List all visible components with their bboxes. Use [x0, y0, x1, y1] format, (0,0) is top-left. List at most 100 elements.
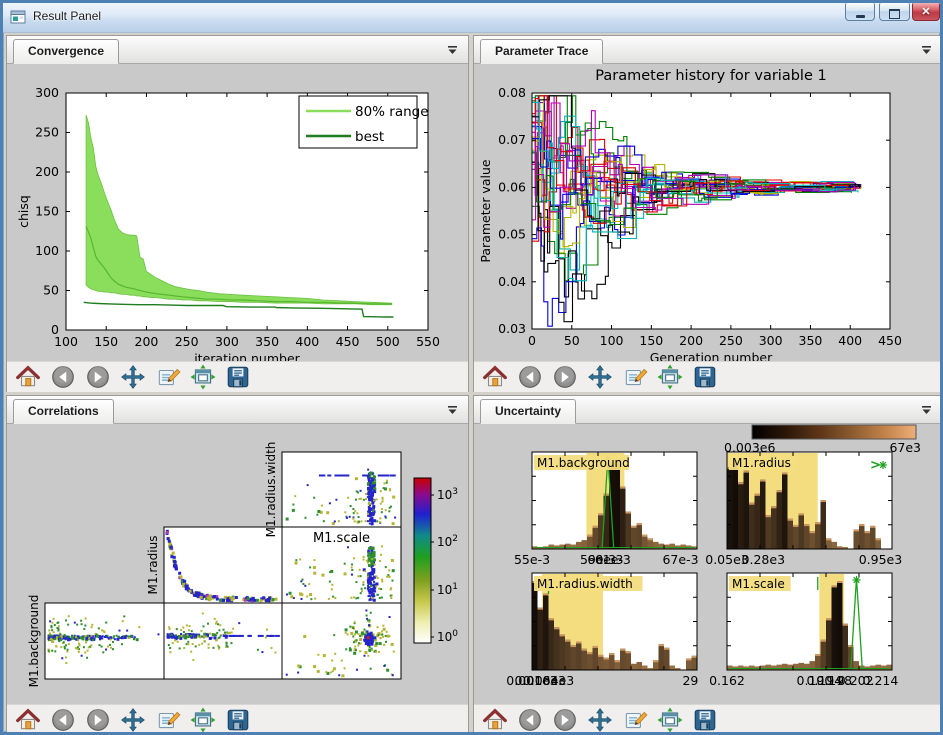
- svg-text:350: 350: [799, 333, 823, 348]
- save-icon: [692, 707, 718, 733]
- toolbar-edit-button[interactable]: [153, 362, 183, 392]
- tab-list-dropdown[interactable]: [916, 403, 936, 418]
- tab-correlations[interactable]: Correlations: [13, 399, 114, 424]
- tab-parameter-trace[interactable]: Parameter Trace: [480, 39, 603, 64]
- toolbar-save-button[interactable]: [690, 362, 720, 392]
- svg-text:0.064e3: 0.064e3: [523, 673, 574, 688]
- toolbar-pan-button[interactable]: [585, 362, 615, 392]
- result-panel-window: Result Panel ✕ Convergence 100 150 200 250 3…: [0, 0, 943, 735]
- tab-list-dropdown[interactable]: [916, 43, 936, 58]
- toolbar-subplots-button[interactable]: [655, 362, 685, 392]
- edit-icon: [155, 364, 181, 390]
- svg-text:100: 100: [35, 243, 59, 258]
- hist-M1.scale: M1.scale: [727, 573, 892, 670]
- toolbar-home-button[interactable]: [480, 362, 510, 392]
- toolbar-home-button[interactable]: [480, 705, 510, 735]
- toolbar-back-button[interactable]: [48, 705, 78, 735]
- correlations-figure: M1.radius.width M1.radius M1.background M1.…: [7, 424, 468, 704]
- convergence-toolbar: [7, 361, 468, 392]
- toolbar-pan-button[interactable]: [118, 362, 148, 392]
- forward-icon: [85, 707, 111, 733]
- maximize-button[interactable]: [879, 3, 910, 21]
- tab-uncertainty-label: Uncertainty: [495, 404, 561, 418]
- toolbar-subplots-button[interactable]: [188, 362, 218, 392]
- svg-text:M1.background: M1.background: [27, 595, 41, 688]
- toolbar-edit-button[interactable]: [620, 705, 650, 735]
- svg-text:M1.scale: M1.scale: [313, 531, 370, 546]
- svg-text:103: 103: [437, 487, 458, 502]
- uncertainty-tabbar: Uncertainty: [474, 396, 942, 424]
- hist-M1.radius: >M1.radius: [727, 452, 892, 549]
- toolbar-save-button[interactable]: [223, 362, 253, 392]
- svg-text:500: 500: [376, 334, 400, 349]
- svg-text:200: 200: [679, 333, 703, 348]
- correlations-canvas[interactable]: M1.radius.width M1.radius M1.background M1.…: [7, 424, 468, 704]
- convergence-canvas[interactable]: 1001502002503003504004505005500501001502…: [7, 64, 468, 361]
- toolbar-back-button[interactable]: [48, 362, 78, 392]
- svg-text:101: 101: [437, 582, 458, 597]
- forward-icon: [552, 707, 578, 733]
- svg-text:61e-3: 61e-3: [595, 552, 631, 567]
- svg-text:300: 300: [35, 85, 59, 100]
- toolbar-edit-button[interactable]: [153, 705, 183, 735]
- toolbar-forward-button[interactable]: [550, 705, 580, 735]
- svg-text:0.08: 0.08: [498, 85, 526, 100]
- app-icon: [10, 9, 26, 25]
- svg-text:100: 100: [437, 629, 458, 644]
- toolbar-forward-button[interactable]: [550, 362, 580, 392]
- back-icon: [50, 707, 76, 733]
- correlations-tabbar: Correlations: [7, 396, 468, 424]
- svg-text:250: 250: [719, 333, 743, 348]
- correlations-toolbar: [7, 704, 468, 735]
- svg-text:150: 150: [639, 333, 663, 348]
- pan-icon: [587, 364, 613, 390]
- svg-text:M1.radius.width: M1.radius.width: [264, 442, 278, 538]
- toolbar-edit-button[interactable]: [620, 362, 650, 392]
- correlations-panel: Correlations M1.radius.widthM1.radiusM1.…: [6, 395, 469, 735]
- tab-list-dropdown[interactable]: [442, 43, 462, 58]
- back-icon: [517, 364, 543, 390]
- toolbar-home-button[interactable]: [13, 362, 43, 392]
- toolbar-forward-button[interactable]: [83, 362, 113, 392]
- pan-icon: [120, 364, 146, 390]
- tab-list-dropdown[interactable]: [442, 403, 462, 418]
- toolbar-save-button[interactable]: [690, 705, 720, 735]
- close-button[interactable]: ✕: [912, 3, 940, 21]
- svg-text:M1.radius: M1.radius: [146, 536, 160, 595]
- toolbar-home-button[interactable]: [13, 705, 43, 735]
- svg-text:450: 450: [336, 334, 360, 349]
- toolbar-save-button[interactable]: [223, 705, 253, 735]
- save-icon: [225, 364, 251, 390]
- uncertainty-canvas[interactable]: 0.003e667e3M1.background55e-359e-360e-36…: [474, 424, 942, 704]
- convergence-panel: Convergence 1001502002503003504004505005…: [6, 35, 469, 392]
- toolbar-forward-button[interactable]: [83, 705, 113, 735]
- svg-text:M1.scale: M1.scale: [732, 577, 785, 591]
- svg-text:M1.background: M1.background: [537, 456, 630, 470]
- svg-text:550: 550: [416, 334, 440, 349]
- minimize-button[interactable]: [845, 3, 875, 21]
- svg-text:300: 300: [215, 334, 239, 349]
- toolbar-subplots-button[interactable]: [188, 705, 218, 735]
- home-icon: [15, 364, 41, 390]
- trace-canvas[interactable]: 0501001502002503003504004500.030.040.050…: [474, 64, 942, 361]
- toolbar-back-button[interactable]: [515, 362, 545, 392]
- toolbar-subplots-button[interactable]: [655, 705, 685, 735]
- hist-M1.background: M1.background: [532, 452, 697, 549]
- maximize-icon: [889, 9, 900, 19]
- toolbar-back-button[interactable]: [515, 705, 545, 735]
- home-icon: [482, 707, 508, 733]
- toolbar-pan-button[interactable]: [585, 705, 615, 735]
- svg-text:50: 50: [564, 333, 580, 348]
- tab-uncertainty[interactable]: Uncertainty: [480, 399, 576, 424]
- forward-icon: [85, 364, 111, 390]
- toolbar-pan-button[interactable]: [118, 705, 148, 735]
- svg-text:chisq: chisq: [16, 195, 31, 228]
- dropdown-arrow-icon: [447, 46, 458, 55]
- convergence-tabbar: Convergence: [7, 36, 468, 64]
- svg-text:250: 250: [175, 334, 199, 349]
- svg-text:150: 150: [94, 334, 118, 349]
- svg-text:29: 29: [682, 673, 698, 688]
- tab-convergence[interactable]: Convergence: [13, 39, 119, 64]
- uncertainty-toolbar: [474, 704, 942, 735]
- titlebar[interactable]: Result Panel ✕: [3, 3, 940, 33]
